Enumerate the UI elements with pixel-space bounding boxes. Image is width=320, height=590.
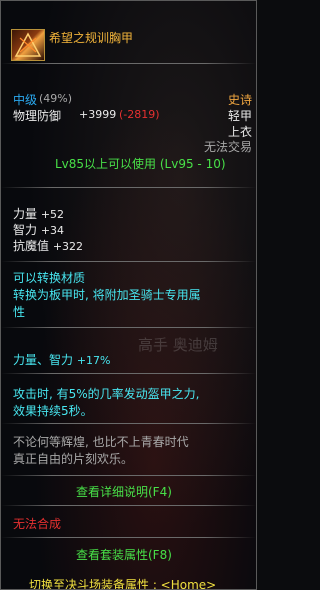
stat-strength: 力量 +52: [13, 205, 64, 222]
stat-magic-resist: 抗魔值 +322: [13, 237, 83, 254]
armor-type: 轻甲: [227, 109, 252, 123]
defense-label: 物理防御: [13, 109, 62, 123]
no-synthesis-label: 无法合成: [13, 517, 62, 531]
item-name: 希望之规训胸甲: [49, 31, 134, 45]
stat-value: +322: [52, 240, 84, 253]
divider: [1, 423, 256, 424]
rarity-label: 史诗: [227, 93, 252, 107]
armor-glyph-icon: [14, 32, 42, 57]
divider: [1, 373, 256, 374]
divider: [1, 327, 256, 328]
conversion-title: 可以转换材质: [13, 271, 86, 285]
conversion-desc: 转换为板甲时, 将附加圣骑士专用属: [13, 288, 201, 302]
view-details-button[interactable]: 查看详细说明(F4): [76, 483, 172, 500]
divider: [1, 63, 256, 64]
tooltip-header: 希望之规训胸甲: [1, 1, 256, 61]
flavor-line-1: 不论何等辉煌, 也比不上青春时代: [13, 435, 189, 449]
trade-status: 无法交易: [203, 140, 252, 154]
stat-label: 力量: [13, 207, 38, 221]
effect-line-2: 效果持续5秒。: [13, 404, 93, 418]
level-requirement: Lv85以上可以使用 (Lv95 - 10): [55, 157, 226, 171]
bonus-value: +17%: [76, 354, 111, 367]
divider: [1, 187, 256, 188]
divider: [1, 475, 256, 476]
grade-label: 中级: [13, 93, 38, 107]
divider: [1, 537, 256, 538]
flavor-line-2: 真正自由的片刻欢乐。: [13, 452, 134, 466]
stat-value: +34: [40, 224, 65, 237]
defense-value: +3999: [79, 108, 117, 121]
conversion-desc-cont: 性: [13, 305, 26, 319]
divider: [1, 505, 256, 506]
item-tooltip: 希望之规训胸甲 中级 (49%) 史诗 物理防御 +3999 (-2819) 轻…: [0, 0, 257, 590]
defense-diff: (-2819): [119, 108, 160, 121]
chest-armor-icon: [11, 29, 45, 61]
divider: [1, 261, 256, 262]
stat-intelligence: 智力 +34: [13, 221, 64, 238]
stat-label: 智力: [13, 223, 38, 237]
bonus-label: 力量、智力: [13, 353, 74, 367]
grade-percent: (49%): [39, 92, 73, 105]
watermark-text: 高手 奥迪姆: [138, 336, 218, 354]
switch-duel-equipment-button[interactable]: 切换至决斗场装备属性 : <Home>: [29, 576, 216, 589]
stat-value: +52: [40, 208, 65, 221]
bonus-stat: 力量、智力 +17%: [13, 351, 111, 368]
view-set-attributes-button[interactable]: 查看套装属性(F8): [76, 546, 172, 563]
effect-line-1: 攻击时, 有5%的几率发动盔甲之力,: [13, 387, 200, 401]
stat-label: 抗魔值: [13, 239, 50, 253]
